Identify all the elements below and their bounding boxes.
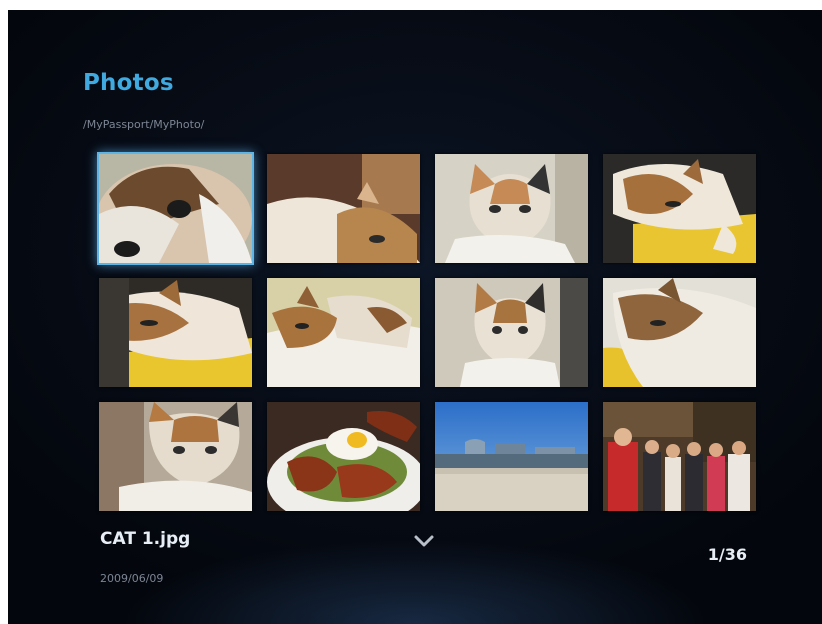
page-title: Photos — [83, 70, 174, 96]
photo-tile-cat-8[interactable] — [603, 278, 756, 387]
photo-tile-cat-2[interactable] — [267, 154, 420, 263]
page-counter: 1/36 — [707, 545, 747, 564]
breadcrumb-path: /MyPassport/MyPhoto/ — [83, 118, 205, 131]
photo-tile-beach[interactable] — [435, 402, 588, 511]
photo-tile-cat-1[interactable] — [97, 152, 254, 265]
photo-tile-cat-3[interactable] — [435, 154, 588, 263]
photo-tile-cat-7[interactable] — [435, 278, 588, 387]
photo-tile-cat-9[interactable] — [99, 402, 252, 511]
selected-date: 2009/06/09 — [100, 572, 164, 585]
photo-tile-cat-6[interactable] — [267, 278, 420, 387]
photo-tile-cat-4[interactable] — [603, 154, 756, 263]
photo-browser-screen: Photos /MyPassport/MyPhoto/ CAT 1.jpg 20… — [8, 10, 822, 624]
chevron-down-icon[interactable] — [413, 532, 435, 550]
photo-tile-group[interactable] — [603, 402, 756, 511]
photo-tile-cat-5[interactable] — [99, 278, 252, 387]
selected-filename: CAT 1.jpg — [100, 529, 191, 549]
photo-tile-food[interactable] — [267, 402, 420, 511]
